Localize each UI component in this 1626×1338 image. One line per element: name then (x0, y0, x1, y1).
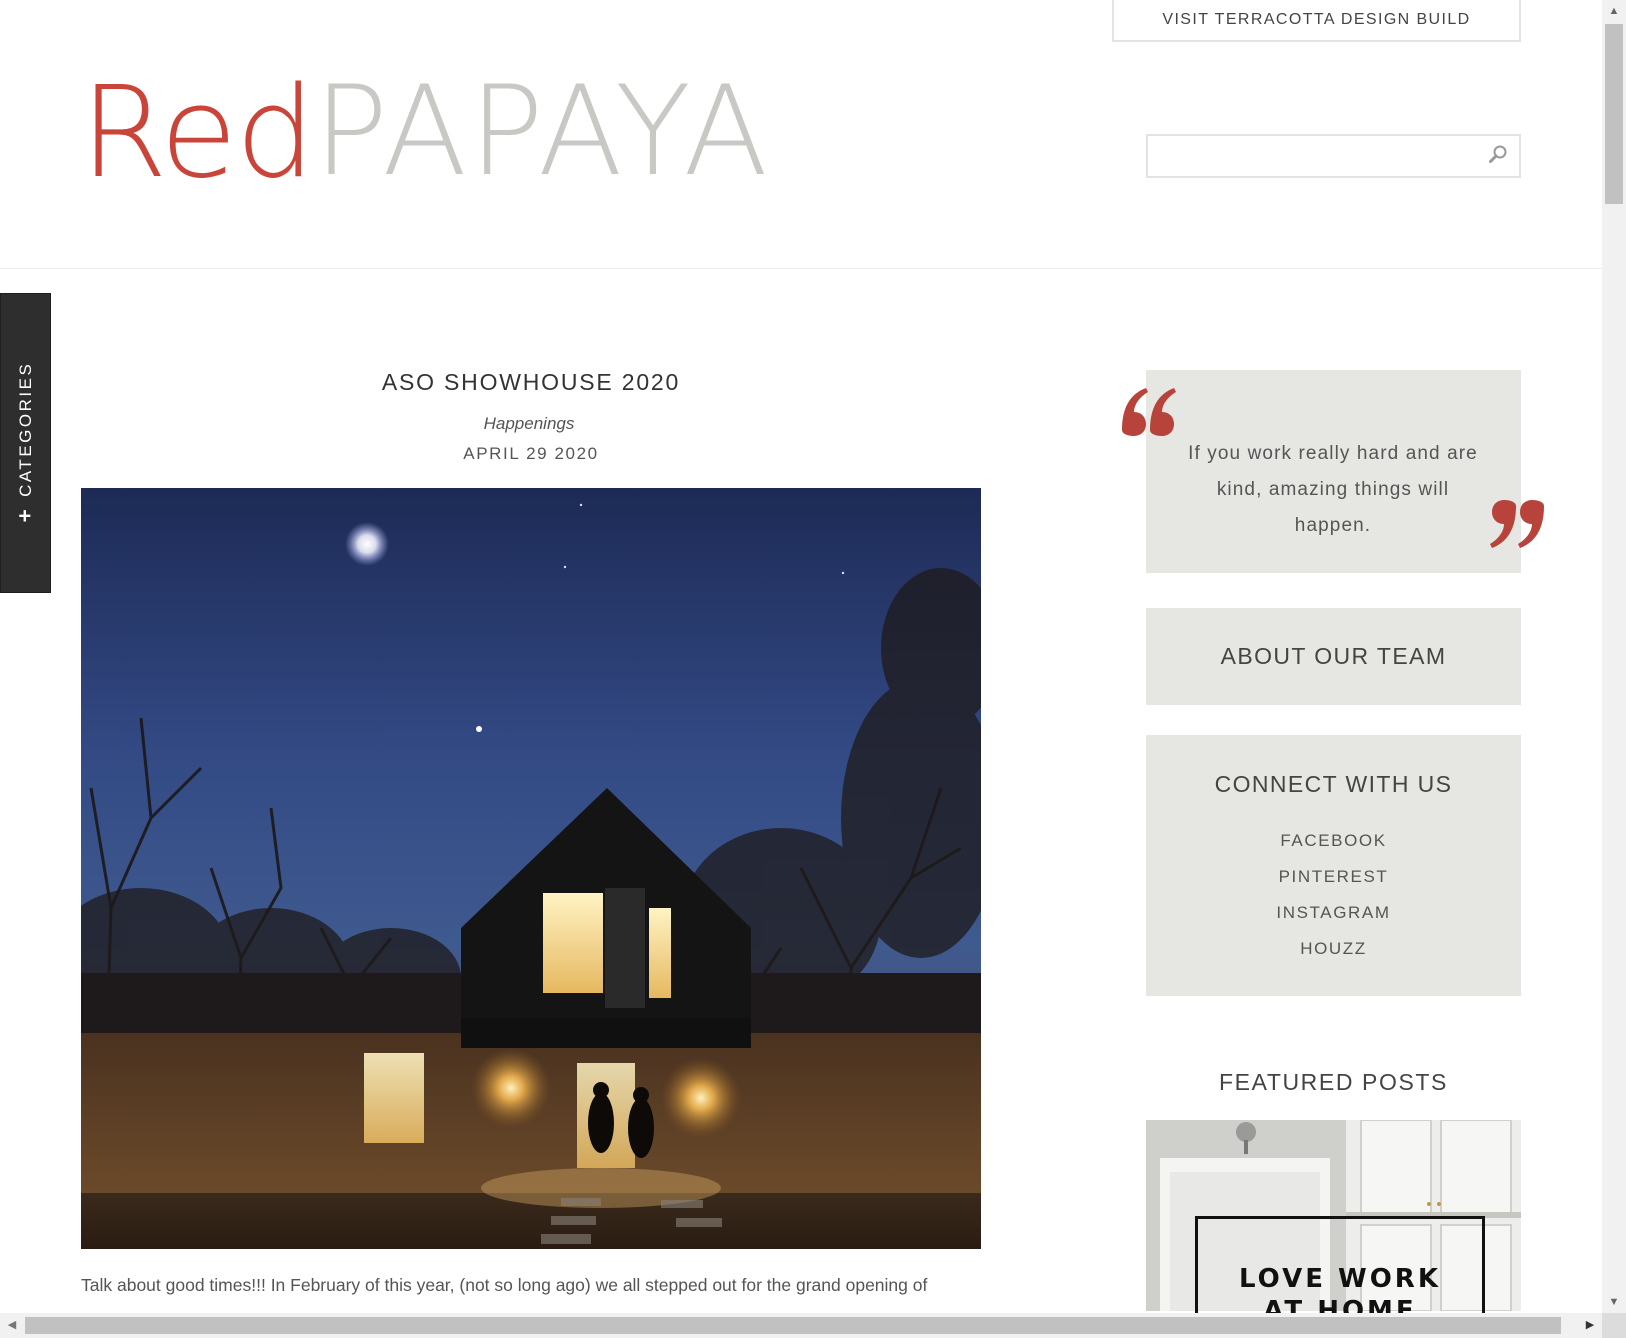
facebook-link[interactable]: FACEBOOK (1146, 823, 1521, 859)
post-title[interactable]: ASO SHOWHOUSE 2020 (81, 369, 981, 396)
vertical-scrollbar[interactable]: ▲ ▼ (1602, 0, 1626, 1313)
horizontal-scroll-thumb[interactable] (25, 1317, 1561, 1334)
search-input[interactable] (1148, 136, 1478, 176)
post-excerpt: Talk about good times!!! In February of … (81, 1275, 928, 1295)
connect-widget: CONNECT WITH US FACEBOOK PINTEREST INSTA… (1146, 735, 1521, 996)
post-featured-image[interactable] (81, 488, 981, 1249)
horizontal-scrollbar[interactable]: ◀ ▶ (0, 1313, 1602, 1338)
header-divider (0, 268, 1602, 269)
featured-label-line1: LOVE WORK (1239, 1264, 1441, 1294)
close-quote-icon (1488, 488, 1548, 558)
visit-terracotta-button[interactable]: VISIT TERRACOTTA DESIGN BUILD (1112, 0, 1521, 42)
search-icon[interactable] (1487, 144, 1509, 166)
scroll-right-arrow-icon[interactable]: ▶ (1578, 1313, 1602, 1338)
logo-red-text: Red (80, 59, 315, 206)
plus-icon: + (17, 503, 34, 529)
scroll-up-arrow-icon[interactable]: ▲ (1602, 0, 1626, 22)
post-date: APRIL 29 2020 (463, 444, 599, 463)
logo-papaya-text: PAPAYA (313, 60, 771, 204)
scroll-down-arrow-icon[interactable]: ▼ (1602, 1291, 1626, 1313)
site-logo[interactable]: Red PAPAYA (80, 70, 770, 200)
categories-label: CATEGORIES (15, 361, 35, 497)
instagram-link[interactable]: INSTAGRAM (1146, 895, 1521, 931)
vertical-scroll-thumb[interactable] (1605, 24, 1623, 204)
open-quote-icon (1118, 378, 1178, 448)
scrollbar-corner (1602, 1313, 1626, 1338)
houzz-link[interactable]: HOUZZ (1146, 931, 1521, 967)
about-our-team-link[interactable]: ABOUT OUR TEAM (1146, 608, 1521, 705)
featured-posts-title: FEATURED POSTS (1219, 1069, 1448, 1095)
scroll-left-arrow-icon[interactable]: ◀ (0, 1313, 24, 1338)
connect-title: CONNECT WITH US (1214, 771, 1453, 797)
search-box (1146, 134, 1521, 178)
post-category[interactable]: Happenings (81, 414, 977, 434)
pinterest-link[interactable]: PINTEREST (1146, 859, 1521, 895)
social-links: FACEBOOK PINTEREST INSTAGRAM HOUZZ (1146, 823, 1521, 967)
quote-text: If you work really hard and are kind, am… (1188, 443, 1478, 536)
categories-tab[interactable]: + CATEGORIES (0, 293, 51, 593)
